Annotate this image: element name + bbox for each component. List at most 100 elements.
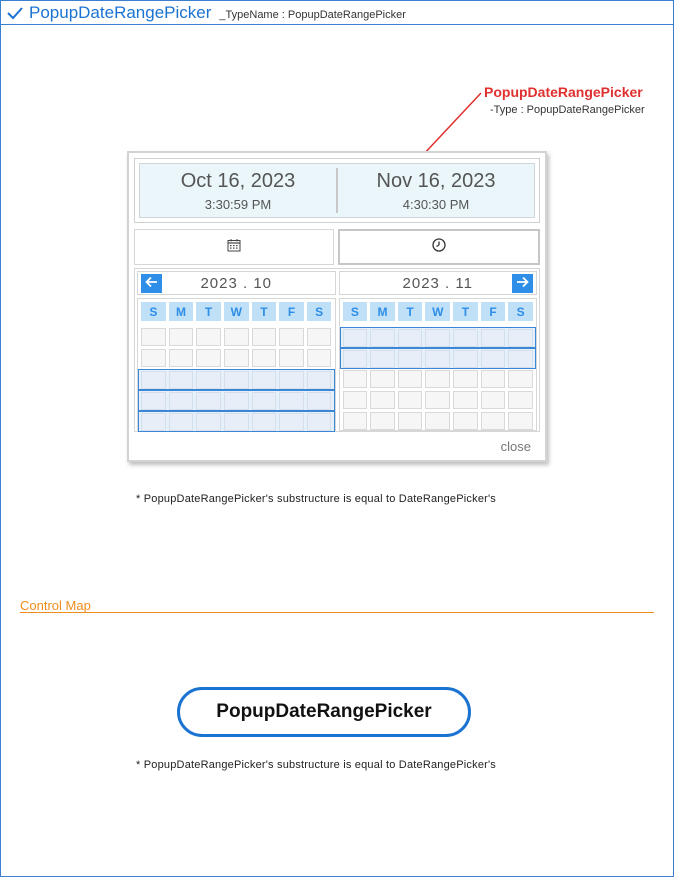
week-row — [342, 390, 534, 411]
weekday-header: S M T W T F S — [342, 302, 534, 321]
week-row — [342, 411, 534, 432]
day-cell[interactable] — [342, 370, 368, 388]
day-cell[interactable] — [279, 392, 304, 410]
day-cell[interactable] — [342, 350, 368, 368]
calendar-right-nav: 2023 . 11 — [338, 271, 537, 295]
day-cell[interactable] — [480, 412, 506, 430]
day-cell[interactable] — [251, 371, 277, 389]
week-row — [141, 348, 332, 369]
day-cell[interactable] — [223, 328, 249, 346]
day-cell[interactable] — [397, 412, 423, 430]
calendar-right: 2023 . 11 S M T W T F S — [338, 271, 537, 432]
start-date-display[interactable]: Oct 16, 2023 3:30:59 PM — [140, 164, 336, 217]
day-cell[interactable] — [196, 413, 221, 431]
day-cell[interactable] — [370, 350, 395, 368]
day-cell[interactable] — [141, 392, 166, 410]
day-cell[interactable] — [306, 392, 332, 410]
day-cell[interactable] — [425, 412, 451, 430]
calendar-left: 2023 . 10 S M T W T F S — [137, 271, 336, 432]
day-cell[interactable] — [397, 350, 423, 368]
day-cell[interactable] — [453, 370, 478, 388]
day-cell[interactable] — [508, 370, 533, 388]
control-map-title: Control Map — [20, 598, 91, 613]
day-cell[interactable] — [279, 328, 304, 346]
day-cell[interactable] — [223, 413, 249, 431]
day-cell[interactable] — [508, 412, 533, 430]
tab-clock[interactable] — [338, 229, 540, 265]
day-cell[interactable] — [251, 328, 277, 346]
day-cell[interactable] — [480, 329, 506, 347]
day-cell[interactable] — [168, 413, 194, 431]
day-cell[interactable] — [279, 371, 304, 389]
day-cell[interactable] — [453, 350, 478, 368]
week-row-selected — [138, 390, 335, 411]
day-cell[interactable] — [397, 329, 423, 347]
next-month-button[interactable] — [512, 274, 533, 293]
weekday-label: S — [342, 302, 368, 321]
calendar-left-weeks — [138, 327, 335, 432]
substructure-note: * PopupDateRangePicker's substructure is… — [136, 493, 497, 505]
day-cell[interactable] — [425, 329, 451, 347]
day-cell[interactable] — [141, 349, 166, 367]
day-cell[interactable] — [223, 371, 249, 389]
day-cell[interactable] — [425, 370, 451, 388]
day-cell[interactable] — [342, 391, 368, 409]
day-cell[interactable] — [196, 392, 221, 410]
day-cell[interactable] — [342, 329, 368, 347]
day-cell[interactable] — [508, 329, 533, 347]
day-cell[interactable] — [306, 413, 332, 431]
day-cell[interactable] — [168, 328, 194, 346]
day-cell[interactable] — [453, 391, 478, 409]
day-cell[interactable] — [168, 371, 194, 389]
day-cell[interactable] — [425, 350, 451, 368]
weekday-label: F — [279, 302, 304, 321]
day-cell[interactable] — [168, 349, 194, 367]
day-cell[interactable] — [279, 413, 304, 431]
arrow-right-icon — [516, 275, 529, 293]
day-cell[interactable] — [196, 328, 221, 346]
day-cell[interactable] — [508, 391, 533, 409]
day-cell[interactable] — [306, 328, 332, 346]
day-cell[interactable] — [508, 350, 533, 368]
day-cell[interactable] — [342, 412, 368, 430]
day-cell[interactable] — [480, 350, 506, 368]
day-cell[interactable] — [251, 392, 277, 410]
prev-month-button[interactable] — [141, 274, 162, 293]
day-cell[interactable] — [397, 370, 423, 388]
day-cell[interactable] — [480, 370, 506, 388]
day-cell[interactable] — [397, 391, 423, 409]
day-cell[interactable] — [425, 391, 451, 409]
day-cell[interactable] — [223, 349, 249, 367]
date-range-header: Oct 16, 2023 3:30:59 PM Nov 16, 2023 4:3… — [134, 158, 540, 223]
day-cell[interactable] — [196, 371, 221, 389]
close-button[interactable]: close — [501, 439, 531, 454]
end-date-label: Nov 16, 2023 — [376, 169, 496, 192]
day-cell[interactable] — [480, 391, 506, 409]
end-date-display[interactable]: Nov 16, 2023 4:30:30 PM — [336, 168, 534, 213]
day-cell[interactable] — [370, 412, 395, 430]
day-cell[interactable] — [453, 412, 478, 430]
day-cell[interactable] — [370, 370, 395, 388]
weekday-label: W — [223, 302, 249, 321]
day-cell[interactable] — [306, 349, 332, 367]
day-cell[interactable] — [370, 391, 395, 409]
calendar-left-month: 2023 . 10 — [200, 274, 273, 292]
day-cell[interactable] — [453, 329, 478, 347]
day-cell[interactable] — [370, 329, 395, 347]
day-cell[interactable] — [223, 392, 249, 410]
day-cell[interactable] — [251, 413, 277, 431]
day-cell[interactable] — [279, 349, 304, 367]
day-cell[interactable] — [306, 371, 332, 389]
day-cell[interactable] — [251, 349, 277, 367]
day-cell[interactable] — [141, 413, 166, 431]
weekday-label: F — [480, 302, 506, 321]
tab-calendar[interactable] — [134, 229, 334, 265]
day-cell[interactable] — [141, 328, 166, 346]
start-time-label: 3:30:59 PM — [204, 196, 272, 212]
calendars-area: 2023 . 10 S M T W T F S 2023 . 11 S M T … — [134, 268, 540, 432]
day-cell[interactable] — [168, 392, 194, 410]
day-cell[interactable] — [196, 349, 221, 367]
day-cell[interactable] — [141, 371, 166, 389]
weekday-label: W — [425, 302, 451, 321]
picker-tabs — [134, 229, 540, 265]
